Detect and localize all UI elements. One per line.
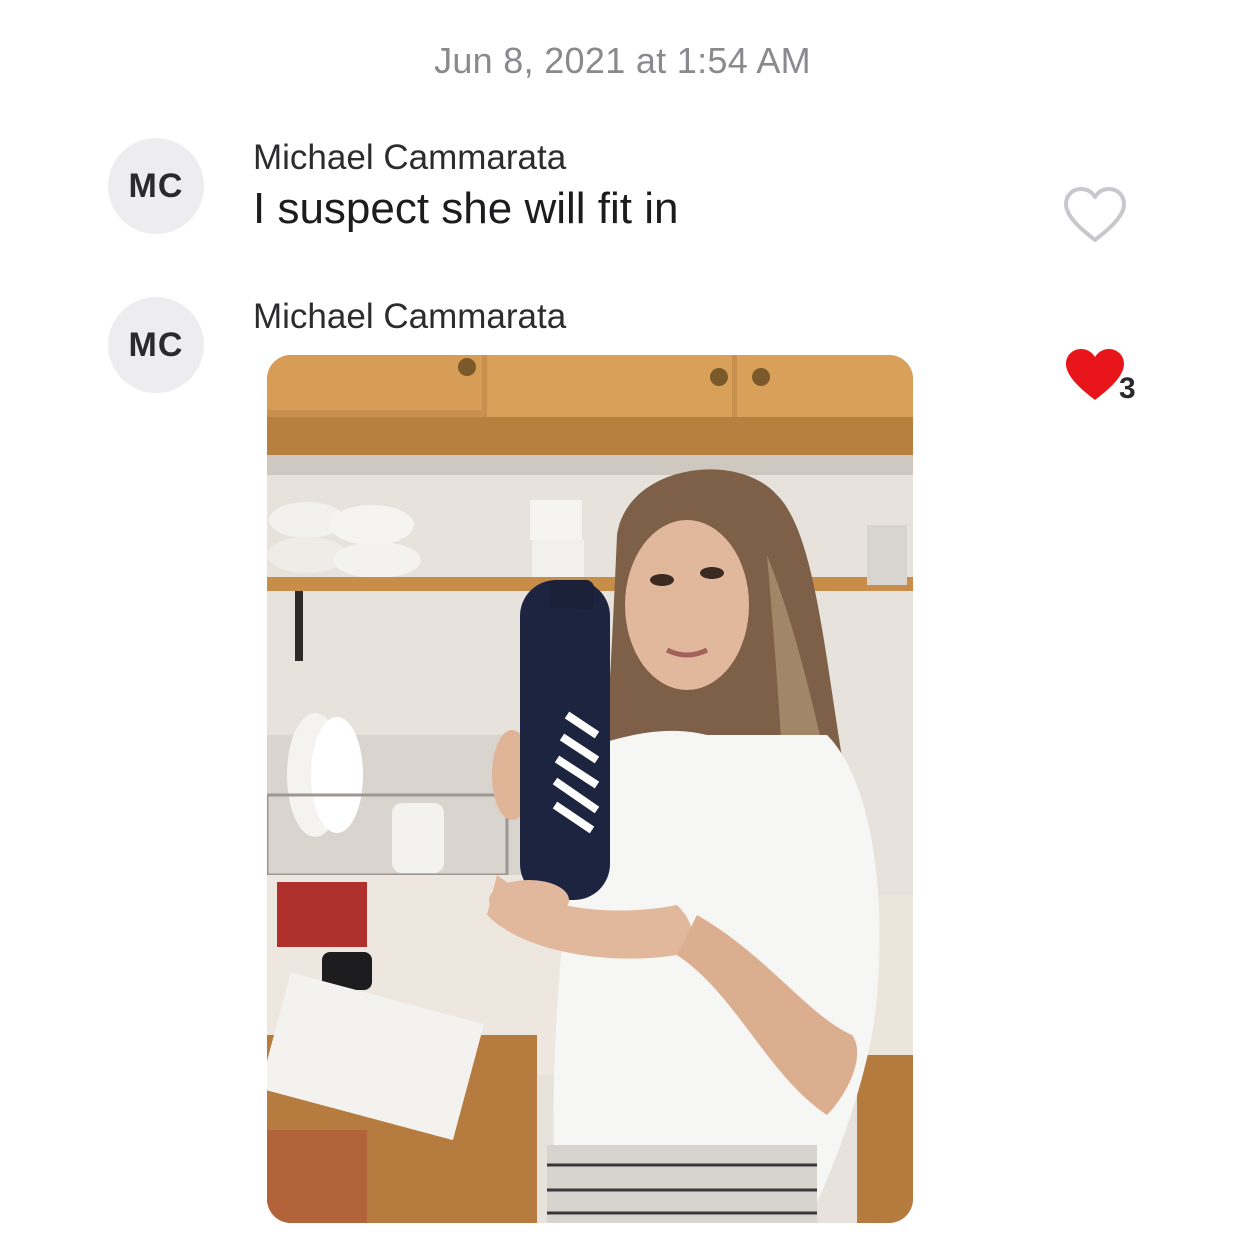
sender-name: Michael Cammarata <box>253 138 567 177</box>
avatar[interactable]: MC <box>108 138 204 234</box>
like-button[interactable] <box>1062 186 1128 244</box>
photo-attachment[interactable] <box>267 355 913 1223</box>
message-text[interactable]: I suspect she will fit in <box>253 184 679 234</box>
conversation-timestamp: Jun 8, 2021 at 1:54 AM <box>434 40 811 81</box>
kitchen-photo <box>267 355 913 1223</box>
sender-name: Michael Cammarata <box>253 297 567 336</box>
reaction-count: 3 <box>1119 372 1136 405</box>
heart-outline-icon <box>1064 187 1126 242</box>
avatar[interactable]: MC <box>108 297 204 393</box>
